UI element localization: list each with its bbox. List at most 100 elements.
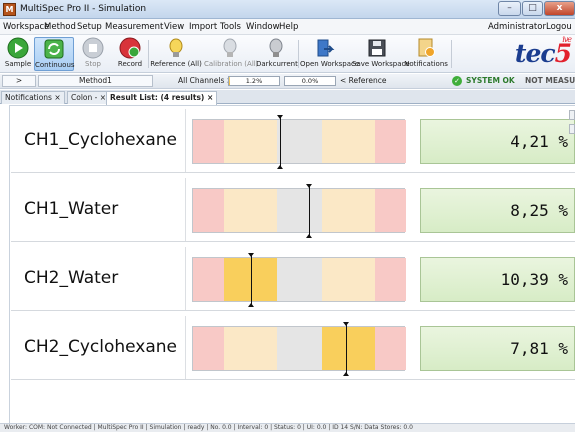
gauge-segment <box>277 327 322 370</box>
toolbar-separator <box>148 40 149 68</box>
gauge-segment <box>193 327 224 370</box>
open-workspace-label: Open Workspace <box>300 60 360 68</box>
result-value: 8,25 % <box>420 188 575 233</box>
notifications-button[interactable]: Notifications <box>404 37 448 71</box>
result-row[interactable]: CH1_Water 8,25 % <box>11 178 575 242</box>
gauge-segment <box>375 120 406 163</box>
result-name: CH1_Water <box>11 178 186 241</box>
menu-measurement[interactable]: Measurement <box>105 22 163 32</box>
darkcurrent-label: Darkcurrent <box>256 60 298 68</box>
gauge-segment <box>321 120 376 163</box>
maximize-button[interactable]: □ <box>522 1 543 16</box>
result-row[interactable]: CH1_Cyclohexane 4,21 % <box>11 109 575 173</box>
menu-window[interactable]: Window <box>246 22 280 32</box>
close-button[interactable]: x <box>544 1 575 16</box>
save-workspace-label: Save Workspace <box>352 60 410 68</box>
result-name: CH2_Water <box>11 247 186 310</box>
continuous-button[interactable]: Continuous <box>34 37 75 71</box>
progress-bar-1: 1.2% <box>228 76 280 86</box>
channel-strip: > Method1 All Channels > 1.2% 0.0% < Ref… <box>0 74 575 89</box>
result-gauge <box>192 115 406 169</box>
gauge-segment <box>193 120 224 163</box>
continuous-refresh-icon <box>44 39 64 59</box>
result-row[interactable]: CH2_Water 10,39 % <box>11 247 575 311</box>
menu-user[interactable]: Administrator <box>488 22 546 32</box>
result-gauge <box>192 322 406 376</box>
menu-tools[interactable]: Tools <box>220 22 241 32</box>
menu-logout[interactable]: Logou <box>546 22 572 32</box>
progress-label-1: 1.2% <box>245 77 263 85</box>
menu-help[interactable]: Help <box>279 22 298 32</box>
record-label: Record <box>117 60 143 68</box>
measure-status: NOT MEASURING <box>525 76 575 85</box>
gauge-needle <box>277 115 284 169</box>
menu-bar: Workspace Method Setup Measurement View … <box>0 19 575 35</box>
stop-button[interactable]: Stop <box>79 37 107 71</box>
dark-lightbulb-icon <box>269 38 283 57</box>
all-channels-label[interactable]: All Channels > <box>178 76 233 85</box>
gauge-segment <box>321 258 376 301</box>
side-panel-handle[interactable] <box>569 110 575 138</box>
sample-button[interactable]: Sample <box>3 37 33 71</box>
gauge-segment <box>375 327 406 370</box>
gauge-segment <box>375 189 406 232</box>
menu-method[interactable]: Method <box>44 22 76 32</box>
darkcurrent-button[interactable]: Darkcurrent <box>256 37 298 71</box>
record-button[interactable]: Record <box>115 37 145 71</box>
logo-text: tec <box>514 39 556 68</box>
progress-bar-2: 0.0% <box>284 76 336 86</box>
toolbar: Sample Continuous Stop Record Reference … <box>0 35 575 73</box>
app-icon: M <box>3 3 16 16</box>
result-name: CH2_Cyclohexane <box>11 316 186 379</box>
side-handle-top[interactable] <box>569 110 575 120</box>
calibration-all-button[interactable]: Calibration (All) <box>204 37 258 71</box>
continuous-label: Continuous <box>35 61 75 69</box>
document-tabs: Notifications × Colon - × Result List: (… <box>0 90 575 105</box>
toolbar-separator <box>298 40 299 68</box>
lightbulb-icon <box>169 38 183 57</box>
tab-colon[interactable]: Colon - × <box>67 91 111 104</box>
reference-all-button[interactable]: Reference (All) <box>150 37 202 71</box>
expand-button[interactable]: > <box>2 75 36 87</box>
open-workspace-icon <box>317 39 335 57</box>
progress-label-2: 0.0% <box>301 77 319 85</box>
minimize-button[interactable]: – <box>498 1 521 16</box>
menu-import[interactable]: Import <box>189 22 217 32</box>
gauge-segment <box>277 189 322 232</box>
calibration-icon <box>223 38 237 57</box>
open-workspace-button[interactable]: Open Workspace <box>300 37 360 71</box>
stop-label: Stop <box>85 60 101 68</box>
reference-label[interactable]: < Reference <box>340 76 386 85</box>
method-selector[interactable]: Method1 <box>38 75 153 87</box>
menu-view[interactable]: View <box>164 22 184 32</box>
tab-result-list[interactable]: Result List: (4 results) × <box>106 91 218 105</box>
gauge-segment <box>223 120 278 163</box>
gauge-segment <box>223 327 278 370</box>
gauge-segment <box>223 189 278 232</box>
result-value: 7,81 % <box>420 326 575 371</box>
reference-all-label: Reference (All) <box>150 60 202 68</box>
gauge-segment <box>277 258 322 301</box>
checkmark-icon: ✓ <box>452 76 462 86</box>
system-status: SYSTEM OK <box>466 76 515 85</box>
logo-tag: ive <box>562 35 572 44</box>
save-workspace-button[interactable]: Save Workspace <box>352 37 410 71</box>
menu-setup[interactable]: Setup <box>77 22 102 32</box>
gauge-segment <box>193 258 224 301</box>
notifications-icon <box>418 38 435 57</box>
result-gauge <box>192 184 406 238</box>
gauge-segment <box>321 327 376 370</box>
tab-notifications[interactable]: Notifications × <box>1 91 65 104</box>
brand-logo: tec5 ive <box>514 35 572 68</box>
gauge-segment <box>321 189 376 232</box>
save-icon <box>368 39 386 57</box>
side-handle-bottom[interactable] <box>569 124 575 134</box>
window-title: MultiSpec Pro II - Simulation <box>20 4 147 14</box>
result-row[interactable]: CH2_Cyclohexane 7,81 % <box>11 316 575 380</box>
sample-label: Sample <box>4 60 32 68</box>
gauge-needle <box>343 322 350 376</box>
result-value: 4,21 % <box>420 119 575 164</box>
menu-workspace[interactable]: Workspace <box>3 22 49 32</box>
gauge-segment <box>375 258 406 301</box>
result-list-panel: CH1_Cyclohexane 4,21 % CH1_Water 8,25 % CH2_… <box>9 105 575 423</box>
